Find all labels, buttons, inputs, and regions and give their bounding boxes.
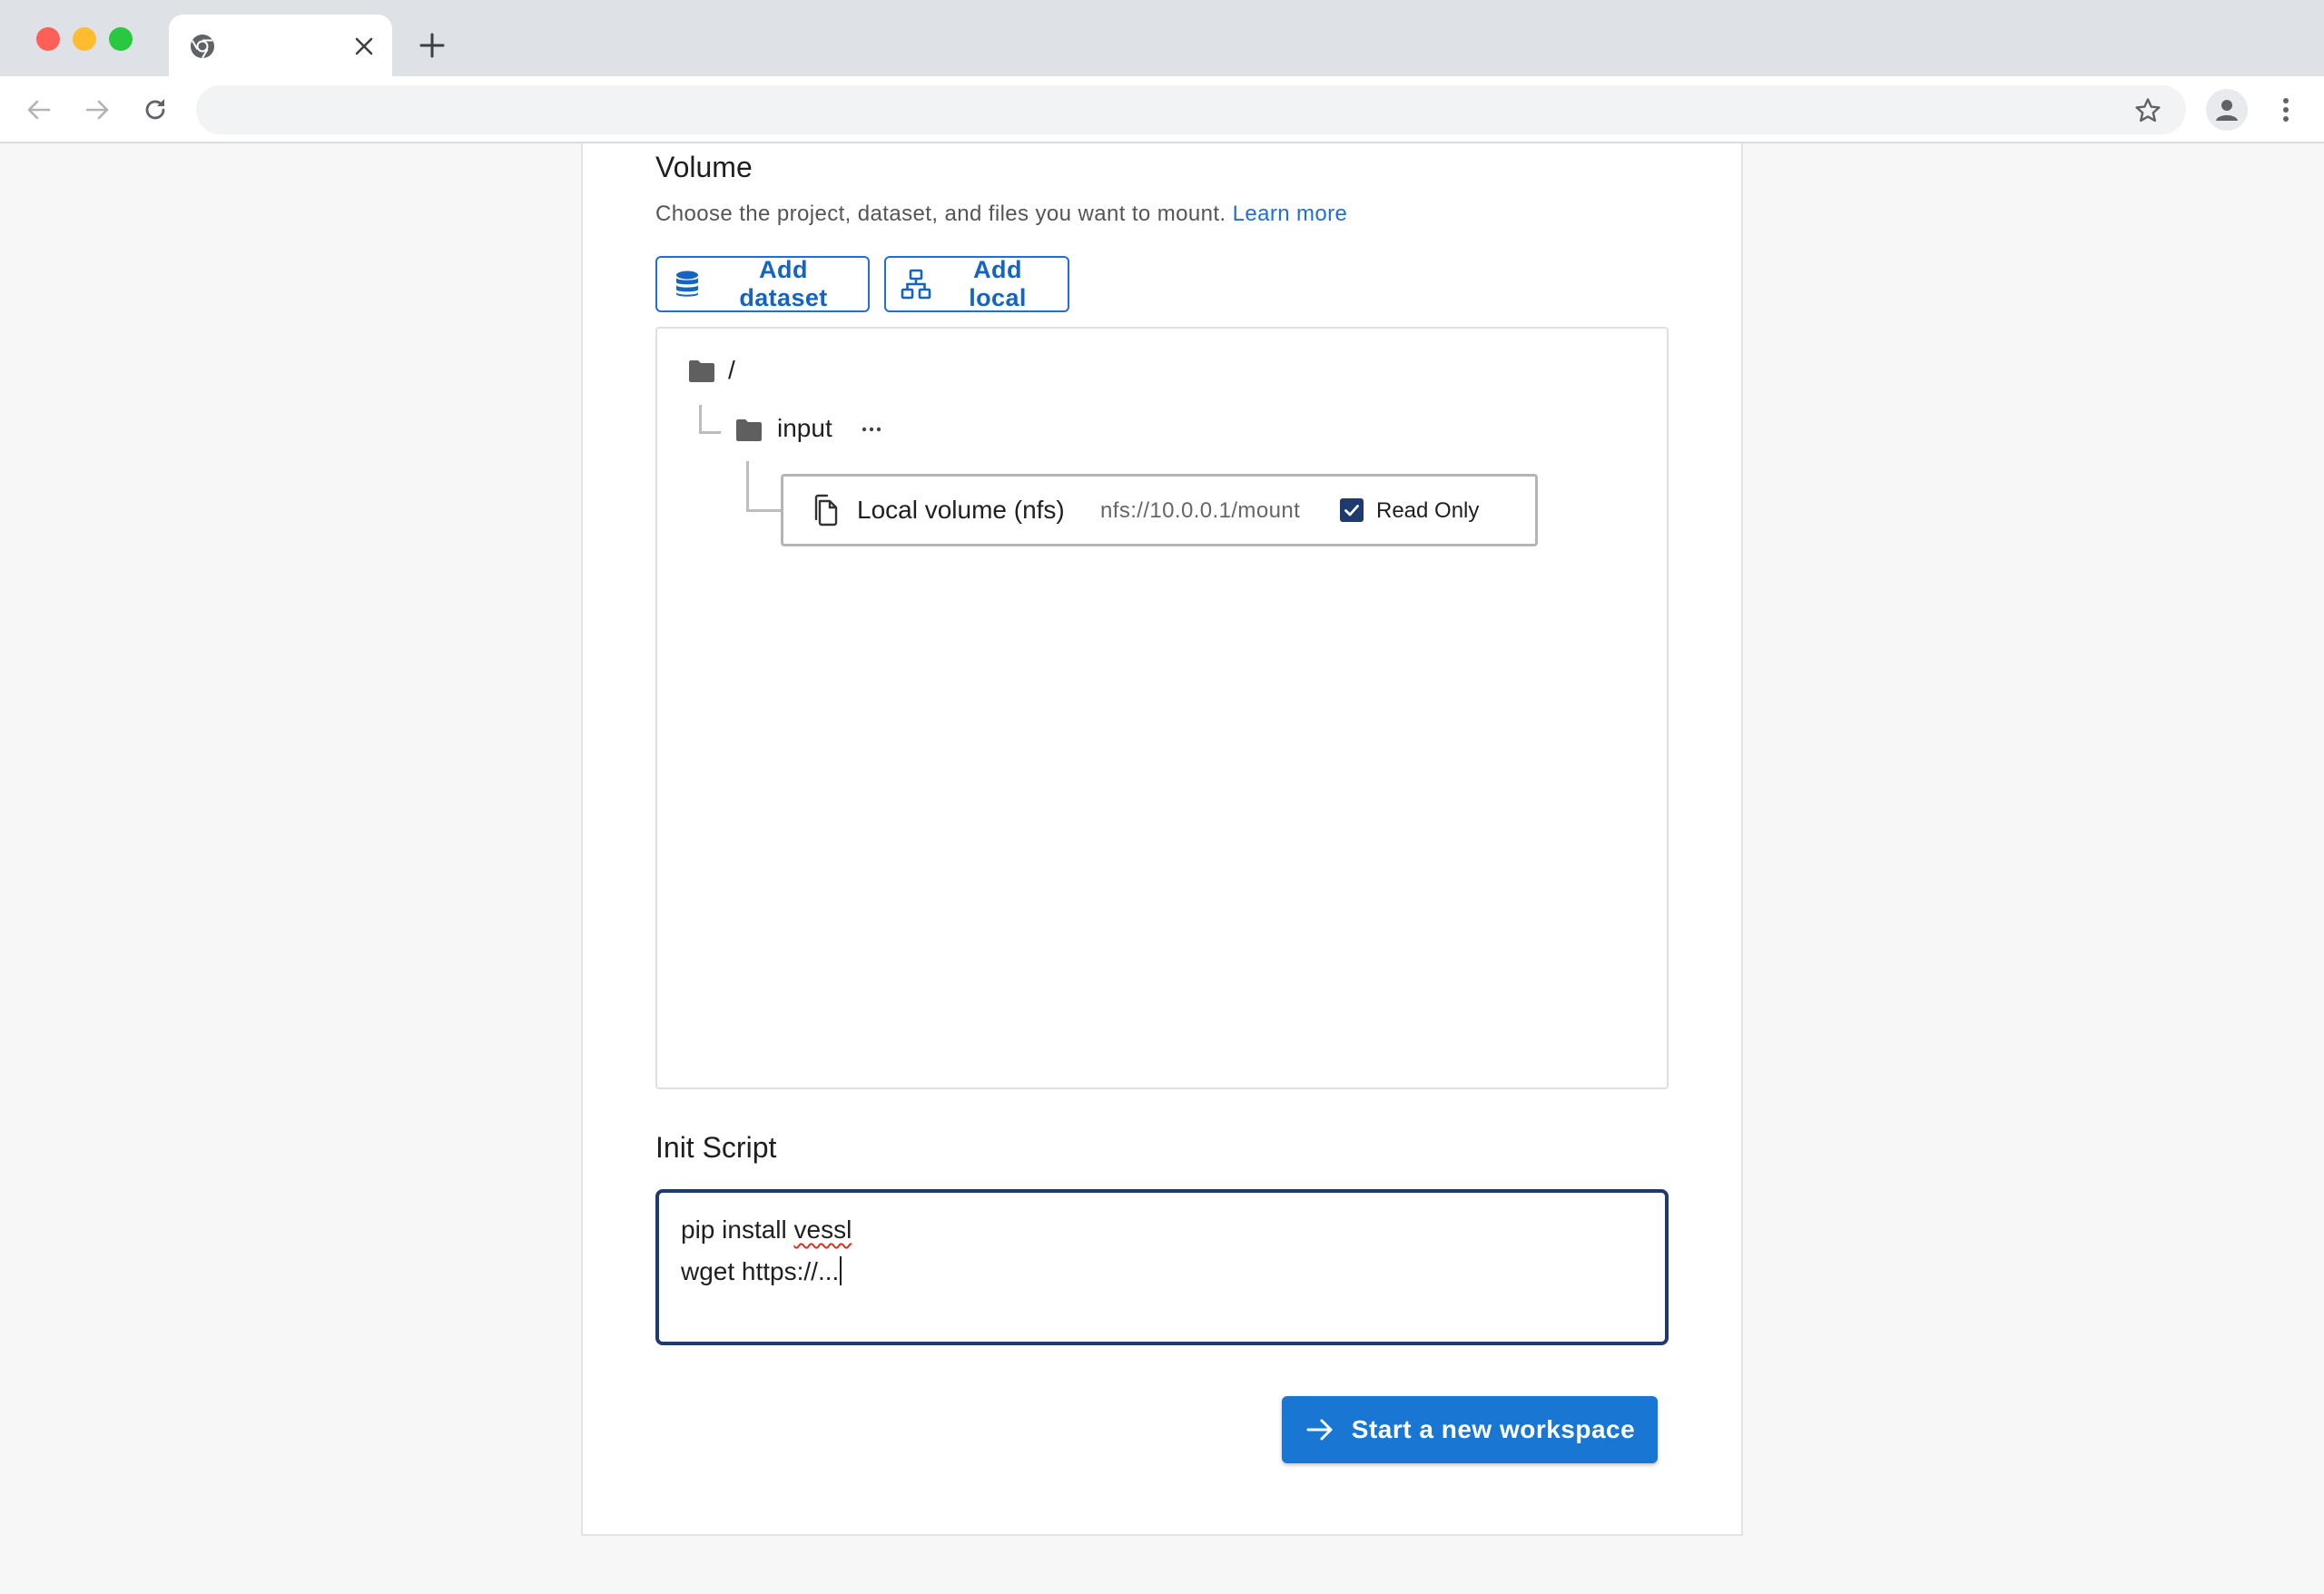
reload-icon[interactable] [136,91,174,129]
script-line-1-word: vessl [793,1215,852,1244]
volume-section-title: Volume [655,151,753,183]
volume-description: Choose the project, dataset, and files y… [655,202,1347,227]
profile-avatar-icon[interactable] [2206,89,2248,131]
tree-root-label[interactable]: / [728,356,735,385]
address-bar-input[interactable] [196,85,2186,134]
add-dataset-label: Add dataset [739,256,828,311]
copy-icon [812,494,841,526]
browser-menu-icon[interactable] [2270,91,2302,129]
browser-toolbar [0,76,2324,143]
tree-folder-label[interactable]: input [777,414,832,443]
volume-path: nfs://10.0.0.1/mount [1100,498,1301,523]
volume-description-text: Choose the project, dataset, and files y… [655,202,1226,226]
add-local-label: Add local [969,256,1027,311]
checkmark-icon [1344,505,1359,517]
start-workspace-label: Start a new workspace [1351,1415,1636,1443]
add-dataset-button[interactable]: Add dataset [655,256,870,312]
init-script-textarea[interactable]: pip install vessl wget https://... [655,1189,1669,1345]
init-script-title: Init Script [655,1131,777,1164]
script-line-1-prefix: pip install [681,1215,794,1244]
forward-arrow-icon[interactable] [78,91,116,129]
read-only-checkbox[interactable] [1340,498,1364,522]
folder-icon [735,418,763,442]
chrome-favicon-icon [189,33,216,60]
browser-tab-bar [0,0,2324,76]
volume-name: Local volume (nfs) [857,496,1065,524]
network-tree-icon [901,269,931,300]
window-minimize-button[interactable] [73,27,96,51]
learn-more-link[interactable]: Learn more [1233,202,1348,226]
tree-connector [699,405,721,434]
add-local-button[interactable]: Add local [884,256,1069,312]
back-arrow-icon[interactable] [20,91,58,129]
arrow-right-icon [1305,1414,1335,1445]
tab-close-icon[interactable] [349,31,379,62]
tree-connector [746,461,781,512]
window-close-button[interactable] [36,27,60,51]
script-line-2: wget https://... [681,1257,840,1285]
folder-icon [688,359,715,383]
browser-tab[interactable] [169,15,392,76]
start-workspace-button[interactable]: Start a new workspace [1282,1396,1658,1463]
text-caret [840,1256,842,1285]
more-horizontal-icon[interactable] [859,418,884,441]
window-maximize-button[interactable] [109,27,133,51]
read-only-label[interactable]: Read Only [1376,498,1479,524]
bookmark-star-icon[interactable] [2132,94,2164,127]
database-icon [672,269,703,300]
new-tab-plus-icon[interactable] [414,27,450,64]
